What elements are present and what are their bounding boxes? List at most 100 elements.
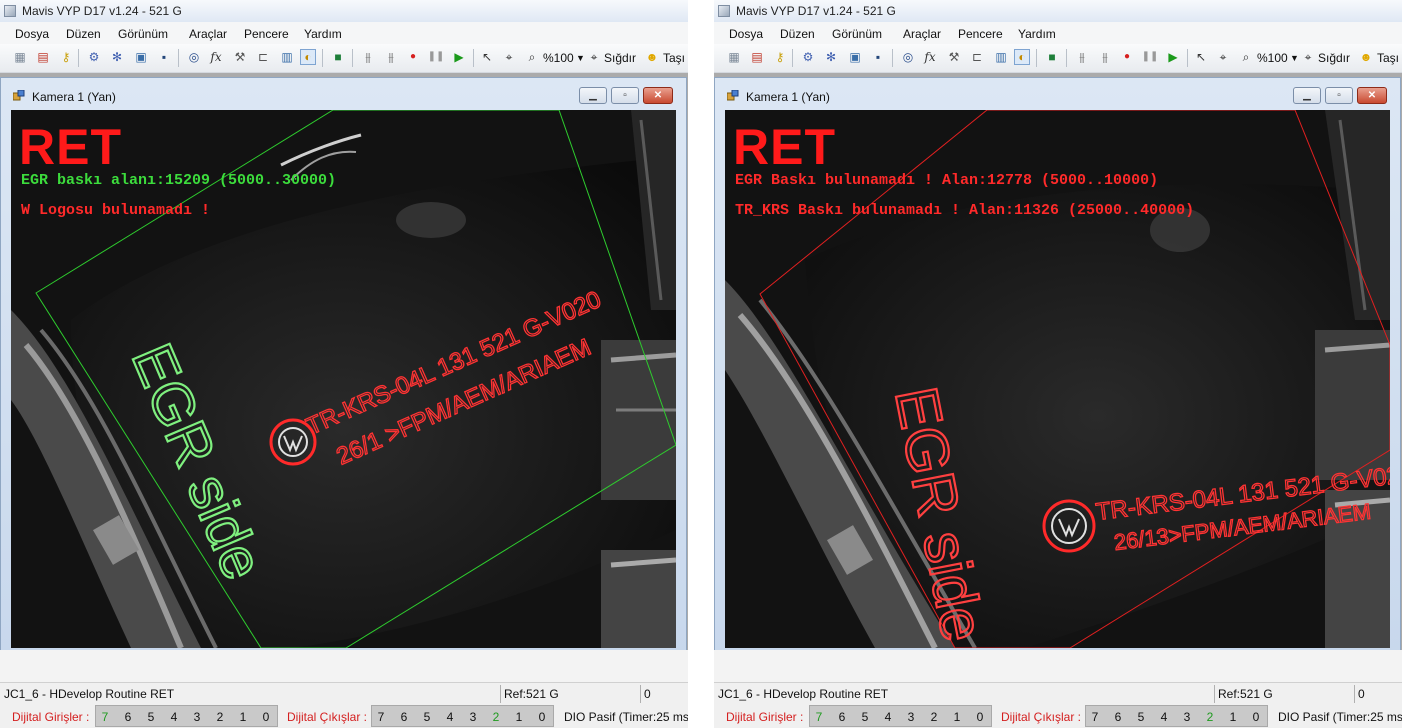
key-icon[interactable]: ⚷	[772, 49, 788, 65]
menu-tools[interactable]: Araçlar	[189, 27, 227, 41]
clipboard-icon[interactable]: ▤	[35, 49, 51, 65]
calculator-icon[interactable]: ▥	[993, 49, 1009, 65]
zoom-level-dropdown[interactable]: %100	[543, 51, 574, 65]
clipboard-icon[interactable]: ▤	[749, 49, 765, 65]
maximize-button[interactable]: ▫	[611, 87, 639, 104]
input-bit-2: 2	[930, 710, 938, 724]
menu-window[interactable]: Pencere	[244, 27, 289, 41]
input-bit-1: 1	[239, 710, 247, 724]
zoom-icon[interactable]: ⌕	[1238, 49, 1254, 65]
camera-icon[interactable]: ■	[330, 49, 346, 65]
wrench-icon[interactable]: ⚒	[232, 49, 248, 65]
zoom-icon[interactable]: ⌕	[524, 49, 540, 65]
status-bar: JC1_6 - HDevelop Routine RET Ref:521 G 0	[714, 682, 1402, 705]
menu-edit[interactable]: Düzen	[780, 27, 815, 41]
move-hand-icon[interactable]: ☻	[1358, 49, 1374, 65]
camera-window: Kamera 1 (Yan) ▁ ▫ ✕ EGR side TR-KRS-04L…	[0, 77, 687, 689]
maximize-icon: ▫	[623, 90, 627, 101]
close-icon: ✕	[1367, 90, 1377, 101]
menu-file[interactable]: Dosya	[15, 27, 49, 41]
menu-tools[interactable]: Araçlar	[903, 27, 941, 41]
crosshair-icon[interactable]: ⌖	[501, 49, 517, 65]
move-hand-icon[interactable]: ☻	[644, 49, 660, 65]
settings-gear-icon[interactable]: ⚙	[86, 49, 102, 65]
minimize-icon: ▁	[1303, 90, 1311, 101]
function-icon[interactable]: fx	[922, 49, 938, 65]
calculator-icon[interactable]: ▥	[279, 49, 295, 65]
menu-help[interactable]: Yardım	[304, 27, 342, 41]
output-bit-1: 1	[515, 710, 523, 724]
output-bit-0: 0	[538, 710, 546, 724]
step-back-icon[interactable]: ⫵	[383, 49, 399, 65]
chevron-down-icon[interactable]: ▼	[1290, 53, 1299, 63]
mdi-workspace: Kamera 1 (Yan) ▁ ▫ ✕ EGR side TR-KRS-04L…	[0, 73, 688, 689]
key-icon[interactable]: ⚷	[58, 49, 74, 65]
menu-view[interactable]: Görünüm	[832, 27, 882, 41]
fit-icon[interactable]: ⌖	[1300, 49, 1316, 65]
close-button[interactable]: ✕	[643, 87, 673, 104]
step-forward-icon[interactable]: ⫵	[360, 49, 376, 65]
step-forward-icon[interactable]: ⫵	[1074, 49, 1090, 65]
crosshair-icon[interactable]: ⌖	[1215, 49, 1231, 65]
menu-file[interactable]: Dosya	[729, 27, 763, 41]
result-message-line1: EGR Baskı bulunamadı ! Alan:12778 (5000.…	[735, 172, 1159, 189]
pointer-mode-icon[interactable]: ◐	[300, 49, 316, 65]
cursor-icon[interactable]: ↖	[479, 49, 495, 65]
move-button[interactable]: Taşı	[663, 51, 685, 65]
camera-image-view[interactable]: EGR side TR-KRS-04L 131 521 G-V020 26/1 …	[11, 110, 676, 648]
multi-gear-icon[interactable]: ✻	[823, 49, 839, 65]
input-bit-5: 5	[147, 710, 155, 724]
count-status: 0	[644, 687, 651, 701]
input-bit-3: 3	[193, 710, 201, 724]
menu-view[interactable]: Görünüm	[118, 27, 168, 41]
pointer-mode-icon[interactable]: ◐	[1014, 49, 1030, 65]
settings-gear-icon[interactable]: ⚙	[800, 49, 816, 65]
fit-button[interactable]: Sığdır	[1318, 51, 1350, 65]
wrench-icon[interactable]: ⚒	[946, 49, 962, 65]
status-bar: JC1_6 - HDevelop Routine RET Ref:521 G 0	[0, 682, 688, 705]
image-icon[interactable]: ▣	[133, 49, 149, 65]
output-bit-4: 4	[446, 710, 454, 724]
grid-icon[interactable]: ▦	[12, 49, 28, 65]
maximize-button[interactable]: ▫	[1325, 87, 1353, 104]
cursor-icon[interactable]: ↖	[1193, 49, 1209, 65]
ruler-icon[interactable]: ⊏	[255, 49, 271, 65]
inspect-icon[interactable]: ◎	[186, 49, 202, 65]
minimize-button[interactable]: ▁	[579, 87, 607, 104]
inspect-icon[interactable]: ◎	[900, 49, 916, 65]
chevron-down-icon[interactable]: ▼	[576, 53, 585, 63]
camera-image-view[interactable]: EGR side TR-KRS-04L 131 521 G-V02 26/13>…	[725, 110, 1390, 648]
camera-icon[interactable]: ■	[1044, 49, 1060, 65]
move-button[interactable]: Taşı	[1377, 51, 1399, 65]
multi-gear-icon[interactable]: ✻	[109, 49, 125, 65]
toolbar-separator	[1187, 49, 1188, 67]
record-icon[interactable]: ●	[405, 49, 421, 65]
status-divider	[1214, 685, 1215, 703]
image-icon[interactable]: ▣	[847, 49, 863, 65]
play-icon[interactable]: ▶	[451, 49, 467, 65]
pause-icon[interactable]: ❚❚	[1142, 49, 1159, 65]
menu-window[interactable]: Pencere	[958, 27, 1003, 41]
minimize-button[interactable]: ▁	[1293, 87, 1321, 104]
record-icon[interactable]: ●	[1119, 49, 1135, 65]
grid-icon[interactable]: ▦	[726, 49, 742, 65]
fit-icon[interactable]: ⌖	[586, 49, 602, 65]
step-back-icon[interactable]: ⫵	[1097, 49, 1113, 65]
fit-button[interactable]: Sığdır	[604, 51, 636, 65]
input-bit-7: 7	[815, 710, 823, 724]
function-icon[interactable]: fx	[208, 49, 224, 65]
close-button[interactable]: ✕	[1357, 87, 1387, 104]
output-bit-2: 2	[492, 710, 500, 724]
menu-help[interactable]: Yardım	[1018, 27, 1056, 41]
save-icon[interactable]: ▪	[156, 49, 172, 65]
play-icon[interactable]: ▶	[1165, 49, 1181, 65]
pause-icon[interactable]: ❚❚	[428, 49, 445, 65]
workspace-footer	[0, 650, 688, 682]
ruler-icon[interactable]: ⊏	[969, 49, 985, 65]
save-icon[interactable]: ▪	[870, 49, 886, 65]
input-bit-3: 3	[907, 710, 915, 724]
zoom-level-dropdown[interactable]: %100	[1257, 51, 1288, 65]
menu-edit[interactable]: Düzen	[66, 27, 101, 41]
title-bar[interactable]: Mavis VYP D17 v1.24 - 521 G	[714, 0, 1402, 23]
title-bar[interactable]: Mavis VYP D17 v1.24 - 521 G	[0, 0, 688, 23]
